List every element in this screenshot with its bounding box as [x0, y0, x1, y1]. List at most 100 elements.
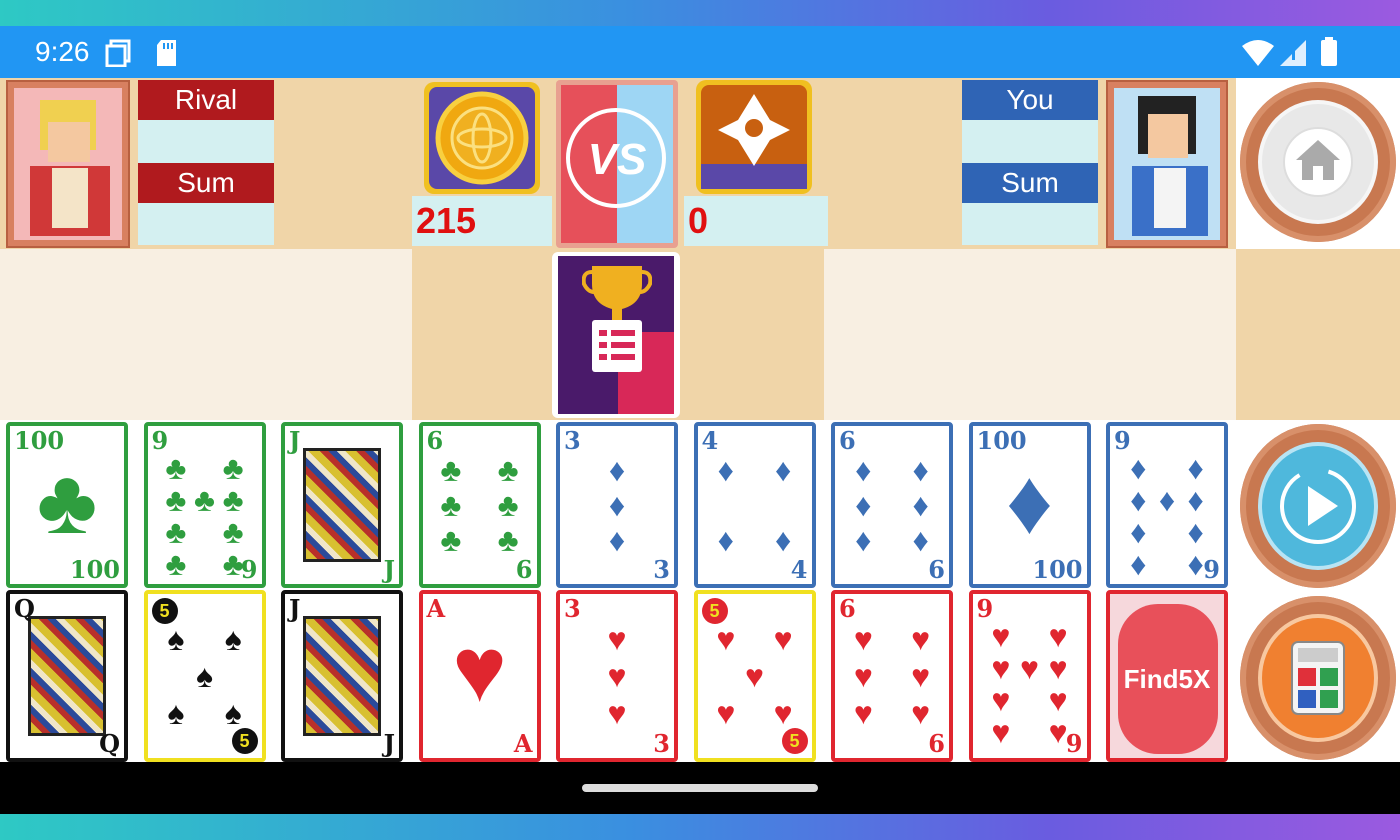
heart-icon: ♥ — [991, 714, 1011, 750]
rival-avatar — [6, 80, 130, 248]
heart-icon: ♥ — [911, 695, 931, 732]
spade-icon: ♠ — [167, 620, 185, 657]
card-rank: 9 — [151, 426, 169, 455]
card-3-of-diamonds[interactable]: ♦ ♦ ♦ 3 3 — [556, 422, 678, 588]
rival-label: Rival — [138, 80, 274, 120]
heart-icon: ♥ — [853, 695, 873, 732]
diamond-icon: ♦ — [1187, 482, 1204, 518]
card-rank: Q — [99, 729, 120, 758]
card-j-of-clubs[interactable]: JJ — [281, 422, 403, 588]
diamond-icon: ♦ — [1130, 546, 1147, 582]
spade-icon: ♠ — [224, 695, 242, 732]
diamond-icon: ♦ — [912, 522, 929, 559]
card-rank: 100 — [976, 426, 1027, 455]
card-rank: 3 — [564, 594, 581, 623]
diamond-icon: ♦ — [912, 451, 929, 488]
club-icon: ♣ — [165, 450, 187, 486]
card-rank: 3 — [653, 729, 670, 758]
diamond-icon: ♦ — [608, 522, 626, 559]
diamond-icon: ♦ — [855, 522, 872, 559]
sd-card-icon — [157, 40, 176, 66]
card-100-of-clubs[interactable]: ♣ 100 100 — [6, 422, 128, 588]
card-rank: 6 — [928, 729, 945, 758]
face-card-art — [28, 616, 106, 736]
club-icon: ♣ — [497, 522, 519, 559]
calculator-button[interactable] — [1240, 596, 1396, 760]
card-rank: J — [289, 426, 301, 455]
face-card-art — [303, 448, 381, 562]
card-rank: 9 — [1065, 729, 1083, 758]
diamond-icon: ♦ — [1130, 450, 1147, 486]
card-6-of-clubs[interactable]: ♣ ♣ ♣ ♣ ♣ ♣ 6 6 — [418, 422, 541, 588]
card-9-of-clubs[interactable]: ♣ ♣ ♣ ♣ ♣ ♣ ♣ ♣ ♣ 9 9 — [143, 422, 266, 588]
screenshot-icon — [105, 39, 131, 67]
gem-count: 0 — [684, 196, 828, 246]
screen: { "status_bar": { "time": "9:26" }, "riv… — [0, 0, 1400, 840]
diamond-icon: ♦ — [608, 486, 626, 523]
heart-icon: ♥ — [1048, 682, 1068, 718]
club-icon: ♣ — [165, 482, 187, 518]
diamond-icon: ♦ — [1158, 482, 1176, 518]
play-button[interactable] — [1240, 424, 1396, 588]
status-bar: 9:26 — [0, 26, 1400, 78]
card-rank: 9 — [240, 555, 258, 584]
card-rank: 9 — [1114, 426, 1131, 455]
battery-icon — [1321, 37, 1337, 66]
calculator-icon — [1291, 641, 1345, 715]
card-rank: J — [383, 555, 395, 584]
card-rank: 6 — [426, 426, 444, 455]
heart-icon: ♥ — [744, 657, 764, 694]
card-3-of-hearts[interactable]: ♥ ♥ ♥ 3 3 — [556, 590, 678, 762]
heart-icon: ♥ — [452, 619, 507, 721]
card-j-of-spades[interactable]: JJ — [281, 590, 403, 762]
card-9-of-hearts[interactable]: ♥ ♥ ♥ ♥ ♥ ♥ ♥ ♥ ♥ 9 9 — [968, 590, 1091, 762]
club-icon: ♣ — [440, 451, 462, 488]
diamond-icon: ♦ — [1187, 450, 1204, 486]
card-100-of-diamonds[interactable]: ♦ 100 100 — [968, 422, 1091, 588]
club-icon: ♣ — [497, 486, 519, 523]
card-5-of-spades[interactable]: 55♠♠♠♠♠55 — [143, 590, 266, 762]
card-a-of-hearts[interactable]: ♥ A A — [418, 590, 541, 762]
heart-icon: ♥ — [1048, 714, 1068, 750]
diamond-icon: ♦ — [912, 486, 929, 523]
diamond-icon: ♦ — [1006, 451, 1053, 553]
card-4-of-diamonds[interactable]: ♦ ♦ ♦ ♦ 4 4 — [693, 422, 816, 588]
card-5-of-hearts[interactable]: 55♥♥♥♥♥55 — [693, 590, 816, 762]
side-area — [1236, 249, 1400, 420]
card-q-of-spades[interactable]: QQ — [6, 590, 128, 762]
coin-icon — [435, 91, 529, 185]
vs-text: VS — [587, 135, 647, 184]
card-6-of-hearts[interactable]: ♥ ♥ ♥ ♥ ♥ ♥ 6 6 — [831, 590, 953, 762]
gem-icon-frame — [696, 80, 812, 194]
home-gesture-bar[interactable] — [582, 784, 818, 792]
spade-icon: ♠ — [224, 620, 242, 657]
club-icon: ♣ — [222, 482, 244, 518]
diamond-icon: ♦ — [1130, 482, 1147, 518]
heart-icon: ♥ — [853, 657, 873, 694]
home-button[interactable] — [1240, 82, 1396, 242]
diamond-icon: ♦ — [717, 451, 734, 488]
card-9-of-diamonds[interactable]: ♦ ♦ ♦ ♦ ♦ ♦ ♦ ♦ ♦ 9 9 — [1106, 422, 1228, 588]
card-rank: J — [289, 594, 301, 623]
card-rank: 6 — [515, 555, 533, 584]
rival-value — [138, 120, 274, 163]
heart-icon: ♥ — [1048, 618, 1068, 654]
heart-icon: ♥ — [991, 682, 1011, 718]
card-rank: 9 — [1203, 555, 1220, 584]
club-icon: ♣ — [497, 451, 519, 488]
coin-count: 215 — [412, 196, 552, 246]
card-rank: 100 — [14, 426, 65, 455]
card-6-of-diamonds[interactable]: ♦ ♦ ♦ ♦ ♦ ♦ 6 6 — [831, 422, 953, 588]
rival-sum-value — [138, 203, 274, 245]
face-card-art — [303, 616, 381, 736]
leaderboard-button[interactable] — [552, 252, 680, 418]
play-icon — [1280, 468, 1356, 544]
diamond-icon: ♦ — [1187, 546, 1204, 582]
you-sum-value — [962, 203, 1098, 245]
find5x-card[interactable]: Find5X — [1106, 590, 1228, 762]
rival-sum-label: Sum — [138, 163, 274, 203]
club-icon: ♣ — [222, 514, 244, 550]
clock-text: 9:26 — [35, 36, 90, 67]
diamond-icon: ♦ — [774, 522, 792, 559]
diamond-icon: ♦ — [855, 486, 872, 523]
